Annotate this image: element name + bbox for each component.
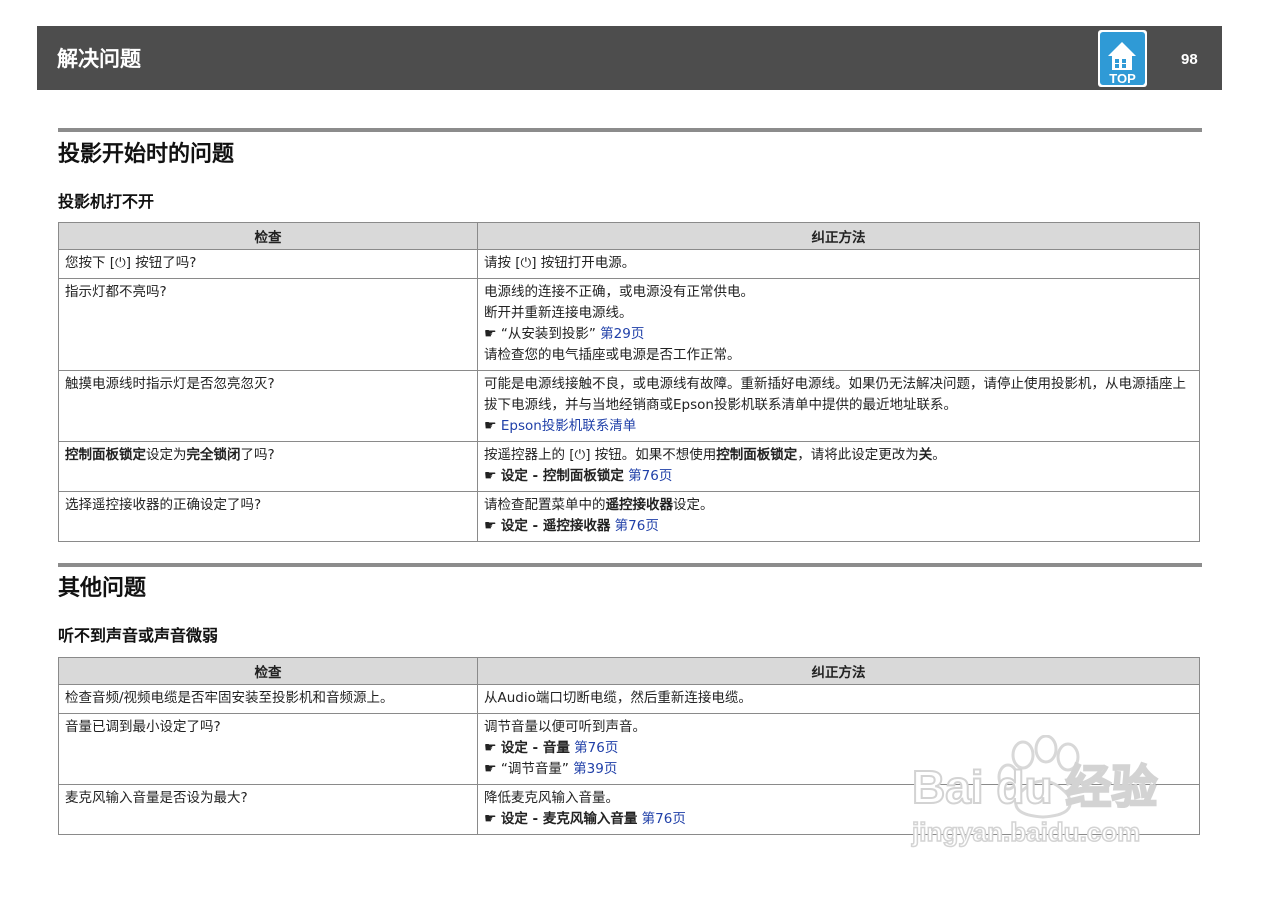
menu-term: 控制面板锁定 xyxy=(716,447,798,463)
table-row: 触摸电源线时指示灯是否忽亮忽灭? 可能是电源线接触不良，或电源线有故障。重新插好… xyxy=(58,370,1200,442)
page-link[interactable]: 第76页 xyxy=(628,468,672,484)
check-cell: 控制面板锁定设定为完全锁闭了吗? xyxy=(58,441,478,492)
page-link[interactable]: 第39页 xyxy=(573,761,617,777)
table-header-row: 检查 纠正方法 xyxy=(58,222,1200,250)
reference-text: “调节音量” xyxy=(500,761,569,777)
reference-text: 设定 - 控制面板锁定 xyxy=(500,468,624,484)
fix-cell: 可能是电源线接触不良，或电源线有故障。重新插好电源线。如果仍无法解决问题，请停止… xyxy=(477,370,1200,442)
reference-text: “从安装到投影” xyxy=(500,326,596,342)
reference-line: ☛ “从安装到投影” 第29页 xyxy=(484,324,1193,345)
fix-line: 请检查您的电气插座或电源是否工作正常。 xyxy=(484,347,741,363)
section-rule xyxy=(58,563,1202,567)
watermark-brand: Bai du 经验 xyxy=(912,761,1157,813)
subsection-title: 投影机打不开 xyxy=(58,192,155,211)
top-label: TOP xyxy=(1109,71,1136,86)
fix-cell: 电源线的连接不正确，或电源没有正常供电。 断开并重新连接电源线。 ☛ “从安装到… xyxy=(477,278,1200,371)
page-number: 98 xyxy=(1181,51,1198,68)
fix-line: 电源线的连接不正确，或电源没有正常供电。 xyxy=(484,284,754,300)
section-title: 其他问题 xyxy=(58,576,147,601)
baidu-watermark: Bai du 经验 jingyan.baidu.com xyxy=(910,735,1158,848)
page-link[interactable]: 第76页 xyxy=(615,518,659,534)
header-title: 解决问题 xyxy=(57,47,141,71)
troubleshoot-table-power: 检查 纠正方法 您按下 [⏻] 按钮了吗? 请按 [⏻] 按钮打开电源。 指示灯… xyxy=(58,222,1200,542)
table-row: 指示灯都不亮吗? 电源线的连接不正确，或电源没有正常供电。 断开并重新连接电源线… xyxy=(58,278,1200,371)
check-cell: 指示灯都不亮吗? xyxy=(58,278,478,371)
pointing-hand-icon: ☛ xyxy=(484,761,497,777)
fix-cell: 从Audio端口切断电缆，然后重新连接电缆。 xyxy=(477,684,1200,714)
column-header-fix: 纠正方法 xyxy=(477,222,1200,250)
page-link[interactable]: 第76页 xyxy=(642,811,686,827)
pointing-hand-icon: ☛ xyxy=(484,740,497,756)
watermark-url: jingyan.baidu.com xyxy=(911,817,1140,847)
fix-line: 断开并重新连接电源线。 xyxy=(484,305,633,321)
page-link[interactable]: 第76页 xyxy=(574,740,618,756)
table-row: 检查音频/视频电缆是否牢固安装至投影机和音频源上。 从Audio端口切断电缆，然… xyxy=(58,684,1200,714)
column-header-fix: 纠正方法 xyxy=(477,657,1200,685)
column-header-check: 检查 xyxy=(58,657,478,685)
reference-line: ☛ 设定 - 控制面板锁定 第76页 xyxy=(484,466,1193,487)
pointing-hand-icon: ☛ xyxy=(484,518,497,534)
pointing-hand-icon: ☛ xyxy=(484,811,497,827)
check-cell: 音量已调到最小设定了吗? xyxy=(58,713,478,785)
menu-term: 遥控接收器 xyxy=(605,497,674,513)
fix-line: 请检查配置菜单中的遥控接收器设定。 xyxy=(484,497,714,513)
reference-text: 设定 - 遥控接收器 xyxy=(500,518,611,534)
section-title: 投影开始时的问题 xyxy=(58,142,235,167)
check-cell: 选择遥控接收器的正确设定了吗? xyxy=(58,491,478,542)
menu-term: 关 xyxy=(918,447,933,463)
fix-line: 可能是电源线接触不良，或电源线有故障。重新插好电源线。如果仍无法解决问题，请停止… xyxy=(484,376,1186,413)
subsection-title: 听不到声音或声音微弱 xyxy=(58,626,219,645)
menu-term: 完全锁闭 xyxy=(186,447,241,463)
contact-list-link[interactable]: Epson投影机联系清单 xyxy=(501,418,636,434)
menu-term: 控制面板锁定 xyxy=(65,447,146,463)
fix-cell: 按遥控器上的 [⏻] 按钮。如果不想使用控制面板锁定，请将此设定更改为关。 ☛ … xyxy=(477,441,1200,492)
pointing-hand-icon: ☛ xyxy=(484,468,497,484)
fix-cell: 请按 [⏻] 按钮打开电源。 xyxy=(477,249,1200,279)
column-header-check: 检查 xyxy=(58,222,478,250)
table-row: 您按下 [⏻] 按钮了吗? 请按 [⏻] 按钮打开电源。 xyxy=(58,249,1200,279)
table-row: 控制面板锁定设定为完全锁闭了吗? 按遥控器上的 [⏻] 按钮。如果不想使用控制面… xyxy=(58,441,1200,492)
reference-line: ☛ Epson投影机联系清单 xyxy=(484,416,1193,437)
reference-text: 设定 - 麦克风输入音量 xyxy=(500,811,638,827)
check-cell: 检查音频/视频电缆是否牢固安装至投影机和音频源上。 xyxy=(58,684,478,714)
pointing-hand-icon: ☛ xyxy=(484,418,497,434)
fix-line: 按遥控器上的 [⏻] 按钮。如果不想使用控制面板锁定，请将此设定更改为关。 xyxy=(484,447,946,463)
check-cell: 触摸电源线时指示灯是否忽亮忽灭? xyxy=(58,370,478,442)
table-row: 选择遥控接收器的正确设定了吗? 请检查配置菜单中的遥控接收器设定。 ☛ 设定 -… xyxy=(58,491,1200,542)
top-home-icon[interactable]: TOP xyxy=(1098,30,1147,87)
table-header-row: 检查 纠正方法 xyxy=(58,657,1200,685)
page-header: 解决问题 TOP 98 xyxy=(37,26,1222,90)
check-cell: 您按下 [⏻] 按钮了吗? xyxy=(58,249,478,279)
pointing-hand-icon: ☛ xyxy=(484,326,497,342)
section-rule xyxy=(58,128,1202,132)
reference-line: ☛ 设定 - 遥控接收器 第76页 xyxy=(484,516,1193,537)
fix-cell: 请检查配置菜单中的遥控接收器设定。 ☛ 设定 - 遥控接收器 第76页 xyxy=(477,491,1200,542)
page-link[interactable]: 第29页 xyxy=(600,326,644,342)
check-cell: 麦克风输入音量是否设为最大? xyxy=(58,784,478,835)
reference-text: 设定 - 音量 xyxy=(500,740,570,756)
